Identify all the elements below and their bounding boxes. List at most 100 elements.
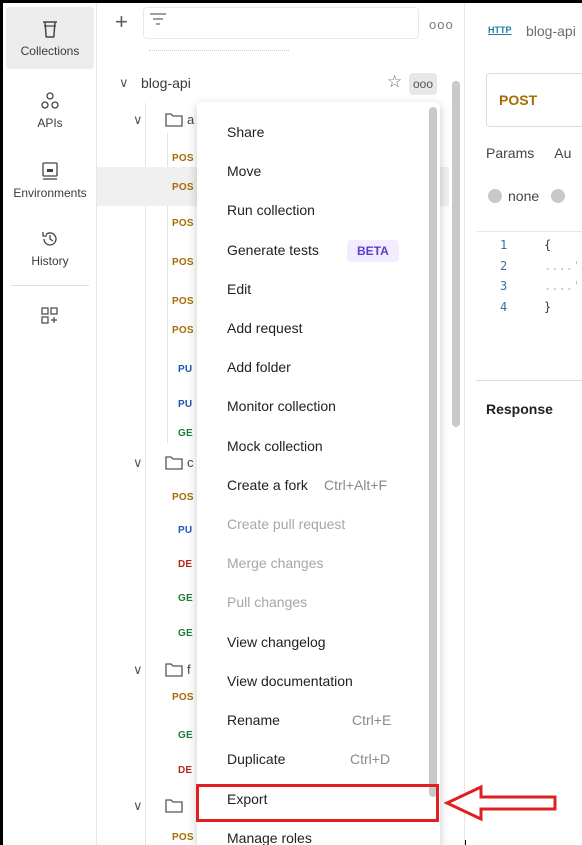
radio-form-data[interactable] (551, 189, 566, 203)
menu-item-merge-changes: Merge changes (227, 555, 324, 571)
chevron-down-icon[interactable]: ∨ (133, 662, 143, 678)
rail-collections[interactable]: Collections (6, 7, 94, 69)
method-badge: PU (178, 364, 193, 375)
method-label: POST (499, 92, 538, 108)
grid-plus-icon (41, 307, 58, 324)
method-badge: PU (178, 525, 193, 536)
shortcut-label: Ctrl+E (352, 712, 392, 728)
method-badge: POS (172, 218, 194, 229)
folder-icon (165, 799, 183, 813)
apis-icon (41, 91, 59, 109)
method-badge: POS (172, 692, 194, 703)
folder-name: a (187, 112, 195, 127)
collection-name: blog-api (141, 75, 191, 91)
menu-item-move[interactable]: Move (197, 153, 440, 192)
rail-label: History (31, 253, 69, 268)
menu-item-monitor-collection[interactable]: Monitor collection (197, 388, 440, 427)
more-icon[interactable]: ooo (429, 17, 454, 32)
method-selector[interactable]: POST (486, 73, 582, 127)
method-badge: DE (178, 559, 193, 570)
menu-scrollbar[interactable] (429, 107, 437, 797)
folder-icon (165, 456, 183, 470)
radio-none[interactable] (488, 189, 502, 203)
beta-badge: BETA (347, 240, 399, 262)
method-badge: POS (172, 296, 194, 307)
folder-name: c (187, 455, 194, 470)
rail-label: Collections (20, 43, 80, 58)
collection-context-menu: Share Move Run collection Generate tests… (197, 102, 440, 845)
method-badge: GE (178, 593, 193, 604)
menu-item-view-documentation[interactable]: View documentation (197, 663, 440, 702)
plus-icon[interactable]: + (115, 11, 128, 33)
menu-item-edit[interactable]: Edit (197, 271, 440, 310)
divider (476, 380, 582, 381)
rail-apis[interactable]: APIs (6, 79, 94, 141)
http-icon: HTTP (488, 25, 512, 35)
method-badge: POS (172, 832, 194, 843)
sidebar-toolbar: + ooo (97, 3, 465, 45)
menu-item-rename[interactable]: Rename Ctrl+E (197, 702, 440, 741)
filter-icon[interactable] (149, 12, 167, 28)
shortcut-label: Ctrl+Alt+F (324, 477, 388, 493)
environments-icon (42, 161, 58, 180)
menu-item-manage-roles[interactable]: Manage roles (197, 820, 440, 845)
folder-icon (165, 113, 183, 127)
code-editor[interactable]: 1 2 3 4 { ....' ....' } (476, 231, 582, 353)
method-badge: POS (172, 325, 194, 336)
rail-add-workbench[interactable] (6, 291, 94, 341)
response-heading: Response (486, 401, 553, 417)
method-badge: POS (172, 182, 194, 193)
menu-item-pull-changes: Pull changes (227, 594, 308, 610)
divider (149, 50, 289, 51)
tab-params[interactable]: Params (486, 145, 534, 161)
request-pane: HTTP blog-api POST Params Au none 1 2 3 4… (466, 3, 582, 845)
method-badge: GE (178, 428, 193, 439)
code-line: } (544, 300, 552, 314)
rail-environments[interactable]: Environments (6, 149, 94, 211)
request-tabs: Params Au (486, 145, 582, 161)
sidebar-scrollbar[interactable] (452, 81, 460, 427)
collection-more-button[interactable]: ooo (409, 73, 437, 95)
menu-item-add-request[interactable]: Add request (197, 310, 440, 349)
menu-item-view-changelog[interactable]: View changelog (197, 624, 440, 663)
star-icon[interactable]: ☆ (387, 72, 402, 92)
tab-bar: HTTP blog-api (466, 3, 582, 61)
folder-name: f (187, 662, 191, 677)
history-icon (42, 231, 57, 246)
menu-item-duplicate[interactable]: Duplicate Ctrl+D (197, 741, 440, 780)
method-badge: DE (178, 765, 193, 776)
menu-item-add-folder[interactable]: Add folder (197, 349, 440, 388)
menu-item-mock-collection[interactable]: Mock collection (197, 428, 440, 467)
chevron-down-icon[interactable]: ∨ (119, 75, 129, 91)
trash-can-icon (43, 20, 57, 38)
rail-label: APIs (37, 115, 63, 130)
folder-icon (165, 663, 183, 677)
rail-label: Environments (13, 185, 87, 200)
rail-history[interactable]: History (6, 217, 94, 279)
sidebar-search-input[interactable] (143, 7, 419, 39)
tab-auth[interactable]: Au (554, 145, 571, 161)
menu-item-create-pull-request: Create pull request (227, 516, 346, 532)
collection-row[interactable]: ∨ blog-api ☆ ooo (97, 67, 449, 101)
method-badge: POS (172, 492, 194, 503)
menu-item-generate-tests[interactable]: Generate tests BETA (197, 232, 440, 271)
menu-item-share[interactable]: Share (197, 114, 440, 153)
code-line: { (544, 238, 552, 252)
code-line: ....' (544, 279, 581, 293)
rail-divider (11, 285, 89, 286)
tab-title[interactable]: blog-api (526, 23, 576, 39)
chevron-down-icon[interactable]: ∨ (133, 798, 143, 814)
radio-label: none (508, 188, 540, 204)
method-badge: POS (172, 257, 194, 268)
chevron-down-icon[interactable]: ∨ (133, 455, 143, 471)
code-line: ....' (544, 259, 581, 273)
line-number: 3 (500, 279, 508, 293)
method-badge: PU (178, 399, 193, 410)
chevron-down-icon[interactable]: ∨ (133, 112, 143, 128)
menu-item-run-collection[interactable]: Run collection (197, 192, 440, 231)
shortcut-label: Ctrl+D (350, 751, 391, 767)
method-badge: GE (178, 730, 193, 741)
line-number: 4 (500, 300, 508, 314)
menu-item-create-fork[interactable]: Create a fork Ctrl+Alt+F (197, 467, 440, 506)
arrow-left-icon (443, 784, 557, 822)
